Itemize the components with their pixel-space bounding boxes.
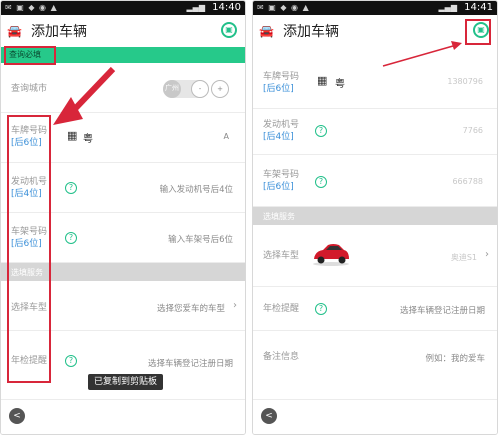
annotation-arrow-shaft <box>68 66 116 116</box>
annotation-arrow <box>53 66 116 125</box>
left-phone-screen: ✉ ▣ ◆ ◉ ▲ ▂▄▆ 14:40 🚘 添加车辆 ▣ 查询必填 查询城市 广… <box>0 0 246 435</box>
right-phone-screen: ✉ ▣ ◆ ◉ ▲ ▂▄▆ 14:41 🚘 添加车辆 ▣ 车牌号码 [后6位] ▦… <box>252 0 498 435</box>
annotation-arrow-head <box>451 41 462 50</box>
annotation-arrow <box>382 41 462 67</box>
annotation-arrow-shaft <box>382 45 454 67</box>
clipboard-toast: 已复制到剪贴板 <box>88 374 164 390</box>
